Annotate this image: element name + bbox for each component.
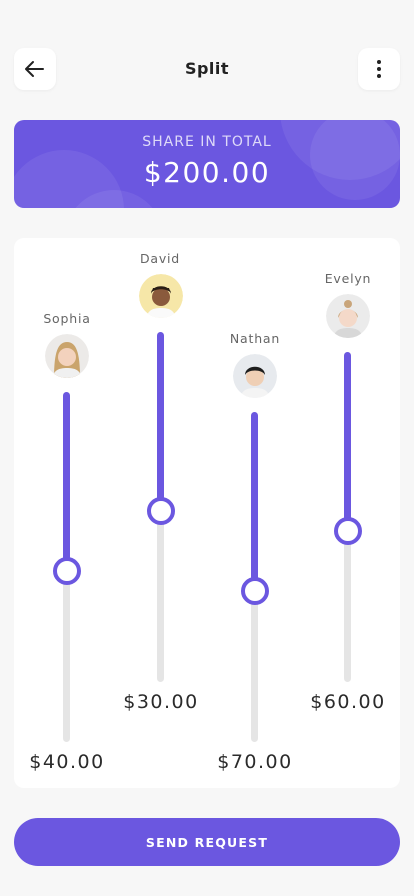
slider-handle[interactable] (53, 557, 81, 585)
total-label: SHARE IN TOTAL (142, 134, 272, 150)
more-options-button[interactable] (358, 48, 400, 90)
person-amount: $70.00 (217, 751, 293, 773)
send-request-button[interactable]: SEND REQUEST (14, 818, 400, 866)
total-amount: $200.00 (143, 156, 271, 189)
slider-fill (63, 392, 70, 571)
slider-handle[interactable] (147, 497, 175, 525)
person-name: Sophia (43, 311, 91, 326)
slider-handle[interactable] (241, 577, 269, 605)
person-name: Nathan (229, 331, 281, 346)
avatar (139, 274, 183, 318)
avatar (45, 334, 89, 378)
avatar (233, 354, 277, 398)
more-vertical-icon (377, 60, 381, 78)
person-name: Evelyn (324, 271, 372, 286)
avatar (326, 294, 370, 338)
page-title: Split (184, 59, 230, 78)
slider-fill (157, 332, 164, 511)
person-amount: $40.00 (29, 751, 105, 773)
split-sliders-card: Sophia $40.00 David $30.00 Nathan $70.00… (14, 238, 400, 788)
person-name: David (139, 251, 181, 266)
person-amount: $30.00 (123, 691, 199, 713)
slider-fill (344, 352, 351, 531)
person-amount: $60.00 (310, 691, 386, 713)
slider-fill (251, 412, 258, 591)
header: Split (14, 48, 400, 90)
total-banner: SHARE IN TOTAL $200.00 (14, 120, 400, 208)
slider-handle[interactable] (334, 517, 362, 545)
